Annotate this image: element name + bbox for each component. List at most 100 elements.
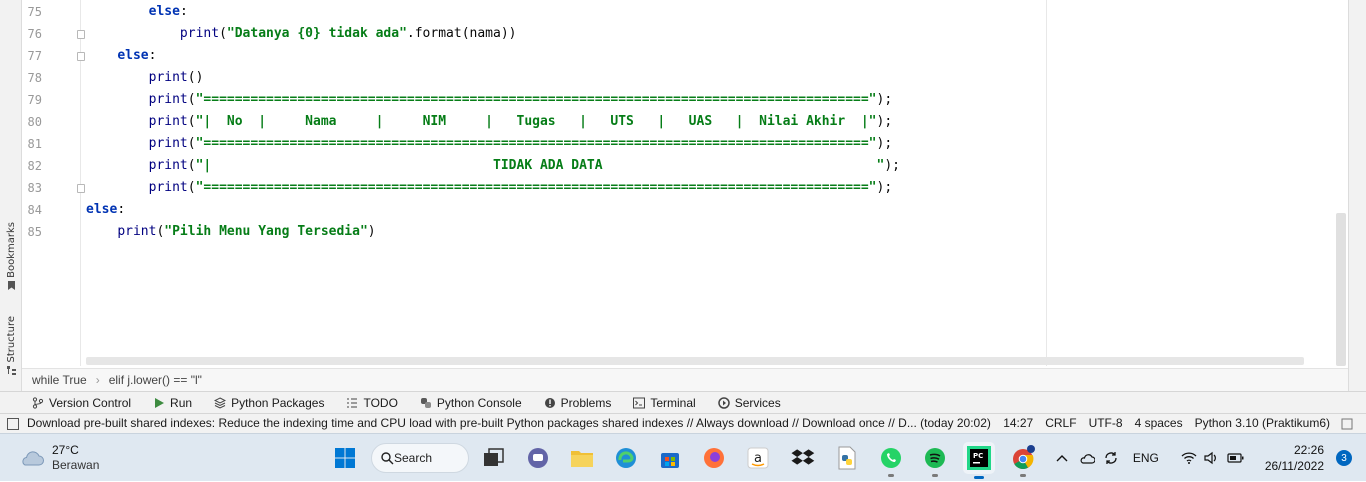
line-number: 76 [27,27,42,41]
version-control-button[interactable]: Version Control [32,396,131,410]
chrome-button[interactable] [1009,444,1037,477]
status-bar: Download pre-built shared indexes: Reduc… [0,413,1366,433]
input-language[interactable]: ENG [1133,451,1159,465]
terminal-label: Terminal [650,395,696,410]
spotify-button[interactable] [921,444,949,477]
caret-position[interactable]: 14:27 [1003,416,1033,430]
edge-icon [616,448,636,468]
right-tool-strip [1348,0,1366,391]
code-line[interactable]: print() [86,67,204,89]
notification-badge[interactable]: 3 [1336,450,1352,466]
line-number: 82 [27,159,42,173]
code-line[interactable]: print("=================================… [86,133,893,155]
code-token-plain: ); [876,180,893,195]
notification-window-icon[interactable] [7,418,19,430]
clock[interactable]: 22:26 26/11/2022 [1265,442,1324,474]
volume-icon[interactable] [1203,451,1219,465]
indent-setting[interactable]: 4 spaces [1135,416,1183,430]
search-label: Search [394,451,433,465]
task-view-icon [484,448,504,466]
battery-icon[interactable] [1227,452,1245,464]
code-token-plain: ( [187,158,196,173]
edge-button[interactable] [612,444,640,472]
onedrive-cloud-icon[interactable] [1079,452,1095,464]
code-token-plain: ); [884,158,900,173]
line-number: 78 [27,71,42,85]
sync-icon[interactable] [1103,450,1119,466]
chat-icon [528,448,548,468]
horizontal-scrollbar[interactable] [86,357,1304,365]
problems-label: Problems [560,395,612,410]
todo-button[interactable]: TODO [346,395,398,410]
services-label: Services [734,395,781,410]
code-line[interactable]: print("| No | Nama | NIM | Tugas | UTS |… [86,111,893,133]
services-icon [717,396,730,409]
microsoft-store-button[interactable] [656,444,684,472]
weather-description: Berawan [52,458,100,472]
python-interpreter[interactable]: Python 3.10 (Praktikum6) [1195,416,1330,430]
wifi-icon[interactable] [1181,451,1197,465]
code-line[interactable]: print("| TIDAK ADA DATA "); [86,155,900,177]
dropbox-button[interactable] [789,444,817,472]
terminal-button[interactable]: Terminal [633,395,696,410]
code-line[interactable]: else: [86,199,125,221]
whatsapp-button[interactable] [877,444,905,477]
line-ending[interactable]: CRLF [1045,416,1076,430]
structure-tab[interactable]: Structure [2,316,20,375]
code-token-fn: print [179,26,220,41]
code-token-fn: print [148,136,188,151]
folder-icon [571,451,593,467]
breadcrumb-item-while[interactable]: while True [32,373,87,387]
structure-icon [6,365,16,375]
code-editor[interactable]: else: print("Datanya {0} tidak ada".form… [82,0,1334,356]
code-line[interactable]: print("=================================… [86,177,893,199]
dropbox-icon [791,449,815,465]
services-button[interactable]: Services [717,395,781,410]
python-console-button[interactable]: Python Console [420,396,522,410]
python-file-button[interactable] [833,444,861,472]
code-line[interactable]: else: [86,45,156,67]
status-message[interactable]: Download pre-built shared indexes: Reduc… [27,416,991,430]
file-encoding[interactable]: UTF-8 [1089,416,1123,430]
code-token-plain: ) [367,224,376,239]
firefox-button[interactable] [700,444,728,472]
branch-icon [32,396,44,409]
bookmarks-tab[interactable]: Bookmarks [2,222,20,290]
chevron-up-icon[interactable] [1055,453,1069,463]
python-packages-button[interactable]: Python Packages [214,396,324,410]
windows-logo-icon [335,448,355,468]
file-explorer-button[interactable] [568,444,596,472]
running-indicator [1020,474,1026,477]
amazon-button[interactable]: a [744,444,772,472]
todo-label: TODO [363,395,398,410]
code-token-str: "Datanya {0} tidak ada" [226,26,407,41]
vertical-scrollbar-thumb[interactable] [1336,213,1346,366]
code-line[interactable]: else: [86,1,188,23]
python-console-label: Python Console [436,395,522,410]
line-number: 80 [27,115,42,129]
problems-button[interactable]: Problems [544,395,612,410]
memory-indicator-icon[interactable] [1340,417,1354,431]
code-token-plain: ); [876,92,893,107]
code-token-kw: else [117,48,149,63]
run-button[interactable]: Run [153,396,192,410]
code-token-plain: ( [187,136,196,151]
code-token-str: "| No | Nama | NIM | Tugas | UTS | UAS |… [195,114,877,129]
breadcrumb-item-elif[interactable]: elif j.lower() == "l" [109,373,202,387]
line-number: 83 [27,181,42,195]
pycharm-button[interactable]: PC [963,442,995,479]
task-view-button[interactable] [480,444,508,472]
bookmark-icon [7,280,15,290]
start-button[interactable] [331,444,359,472]
taskbar-search[interactable]: Search [371,443,469,473]
teams-chat-button[interactable] [524,444,552,472]
code-line[interactable]: print("=================================… [86,89,893,111]
code-line[interactable]: print("Datanya {0} tidak ada".format(nam… [86,23,517,45]
weather-widget[interactable]: 27°C Berawan [18,443,99,473]
code-line[interactable]: print("Pilih Menu Yang Tersedia") [86,221,376,243]
line-number: 85 [27,225,42,239]
active-indicator [974,476,984,479]
